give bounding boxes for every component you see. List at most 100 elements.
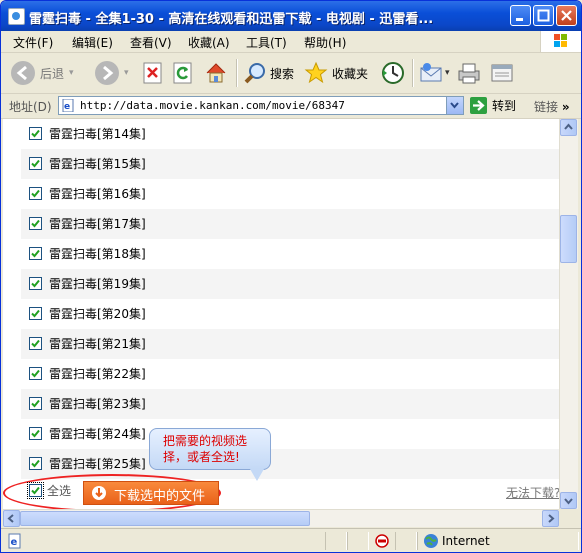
search-icon — [244, 63, 265, 84]
episode-checkbox[interactable] — [29, 457, 42, 470]
window-title: 雷霆扫毒 - 全集1-30 - 高清在线观看和迅雷下载 - 电视剧 - 迅雷看.… — [29, 12, 434, 27]
search-button[interactable]: 搜索 — [243, 59, 294, 87]
edit-button[interactable] — [489, 59, 515, 87]
page-done-icon: e — [8, 533, 21, 549]
episode-row: 雷霆扫毒[第20集] — [21, 299, 559, 329]
favorites-button[interactable]: 收藏夹 — [304, 59, 368, 87]
episode-checkbox[interactable] — [29, 397, 42, 410]
menu-file[interactable]: 文件(F) — [13, 34, 53, 51]
chevron-down-icon — [450, 102, 459, 109]
menu-favorites[interactable]: 收藏(A) — [188, 34, 230, 51]
select-all-label: 全选 — [47, 484, 72, 498]
episode-title: 雷霆扫毒[第17集] — [49, 217, 146, 231]
minimize-icon — [516, 18, 523, 21]
title-bar: 雷霆扫毒 - 全集1-30 - 高清在线观看和迅雷下载 - 电视剧 - 迅雷看.… — [1, 1, 581, 31]
svg-text:e: e — [11, 537, 18, 548]
hint-callout: 把需要的视频选择，或者全选! — [149, 428, 271, 481]
select-all-checkbox[interactable] — [27, 482, 44, 499]
menu-edit[interactable]: 编辑(E) — [72, 34, 113, 51]
maximize-button[interactable] — [533, 5, 554, 26]
chevron-up-icon — [564, 123, 573, 130]
episode-row: 雷霆扫毒[第19集] — [21, 269, 559, 299]
download-selected-button[interactable]: 下载选中的文件 — [83, 481, 219, 505]
episode-checkbox[interactable] — [29, 187, 42, 200]
forward-button[interactable]: ▾ — [95, 59, 129, 87]
horizontal-scrollbar[interactable] — [3, 509, 559, 527]
checkmark-icon — [31, 129, 40, 138]
menu-view[interactable]: 查看(V) — [130, 34, 172, 51]
episode-checkbox[interactable] — [29, 247, 42, 260]
back-label: 后退 — [40, 66, 65, 81]
episode-title: 雷霆扫毒[第14集] — [49, 127, 146, 141]
address-dropdown-button[interactable] — [446, 97, 463, 114]
close-icon — [561, 10, 572, 21]
checkmark-icon — [31, 339, 40, 348]
episode-title: 雷霆扫毒[第18集] — [49, 247, 146, 261]
episode-checkbox[interactable] — [29, 217, 42, 230]
minimize-button[interactable] — [510, 5, 531, 26]
episode-checkbox[interactable] — [29, 337, 42, 350]
status-bar: e Internet — [1, 528, 581, 552]
address-field[interactable]: e http://data.movie.kankan.com/movie/683… — [58, 96, 464, 115]
home-button[interactable] — [204, 59, 228, 87]
episode-title: 雷霆扫毒[第21集] — [49, 337, 146, 351]
episode-checkbox[interactable] — [29, 277, 42, 290]
checkmark-icon — [31, 486, 40, 495]
checkmark-icon — [31, 219, 40, 228]
episode-row: 雷霆扫毒[第23集] — [21, 389, 559, 419]
scroll-right-button[interactable] — [542, 510, 559, 527]
callout-tail — [250, 469, 264, 481]
checkmark-icon — [31, 189, 40, 198]
forward-dropdown-icon[interactable]: ▾ — [124, 68, 129, 78]
chevron-left-icon — [7, 514, 14, 523]
episode-row: 雷霆扫毒[第15集] — [21, 149, 559, 179]
scroll-left-button[interactable] — [3, 510, 20, 527]
episode-title: 雷霆扫毒[第24集] — [49, 427, 146, 441]
scroll-up-button[interactable] — [560, 119, 577, 136]
back-button[interactable]: 后退 ▾ — [11, 59, 74, 87]
address-label: 地址(D) — [9, 100, 52, 114]
episode-checkbox[interactable] — [29, 427, 42, 440]
scroll-down-button[interactable] — [560, 492, 577, 509]
episode-checkbox[interactable] — [29, 307, 42, 320]
cannot-download-link[interactable]: 无法下载? — [506, 484, 559, 501]
hint-callout-text: 把需要的视频选择，或者全选! — [163, 434, 248, 464]
ie-page-icon — [8, 8, 25, 25]
episode-checkbox[interactable] — [29, 127, 42, 140]
print-button[interactable] — [456, 59, 482, 87]
episode-row: 雷霆扫毒[第22集] — [21, 359, 559, 389]
links-toolbar[interactable]: 链接 » — [534, 98, 570, 115]
close-button[interactable] — [556, 5, 577, 26]
episode-title: 雷霆扫毒[第25集] — [49, 457, 146, 471]
episode-row: 雷霆扫毒[第14集] — [21, 119, 559, 149]
stop-button[interactable] — [143, 59, 163, 87]
history-button[interactable] — [380, 59, 406, 87]
checkmark-icon — [31, 249, 40, 258]
vertical-scrollbar[interactable] — [559, 119, 578, 509]
episode-checkbox[interactable] — [29, 157, 42, 170]
search-label: 搜索 — [270, 66, 295, 81]
horizontal-scroll-thumb[interactable] — [20, 511, 310, 526]
episode-checkbox[interactable] — [29, 367, 42, 380]
mail-dropdown-icon[interactable]: ▾ — [445, 68, 450, 78]
go-button[interactable]: 转到 — [470, 97, 516, 114]
popup-blocked-icon[interactable] — [374, 533, 390, 549]
menu-help[interactable]: 帮助(H) — [304, 34, 346, 51]
browser-window: 雷霆扫毒 - 全集1-30 - 高清在线观看和迅雷下载 - 电视剧 - 迅雷看.… — [0, 0, 582, 553]
download-arrow-icon — [92, 486, 106, 500]
home-icon — [206, 63, 226, 83]
mail-button[interactable]: ▾ — [419, 59, 450, 87]
refresh-button[interactable] — [173, 59, 193, 87]
go-label: 转到 — [492, 99, 517, 113]
svg-text:e: e — [64, 102, 70, 112]
episode-title: 雷霆扫毒[第23集] — [49, 397, 146, 411]
edit-page-icon — [491, 64, 513, 82]
vertical-scroll-thumb[interactable] — [560, 215, 577, 263]
history-icon — [382, 62, 404, 84]
episode-title: 雷霆扫毒[第22集] — [49, 367, 146, 381]
menu-tools[interactable]: 工具(T) — [246, 34, 287, 51]
address-url: http://data.movie.kankan.com/movie/68347 — [80, 99, 345, 112]
menu-bar: 文件(F) 编辑(E) 查看(V) 收藏(A) 工具(T) 帮助(H) — [1, 31, 581, 53]
back-dropdown-icon[interactable]: ▾ — [69, 68, 74, 78]
checkmark-icon — [31, 159, 40, 168]
